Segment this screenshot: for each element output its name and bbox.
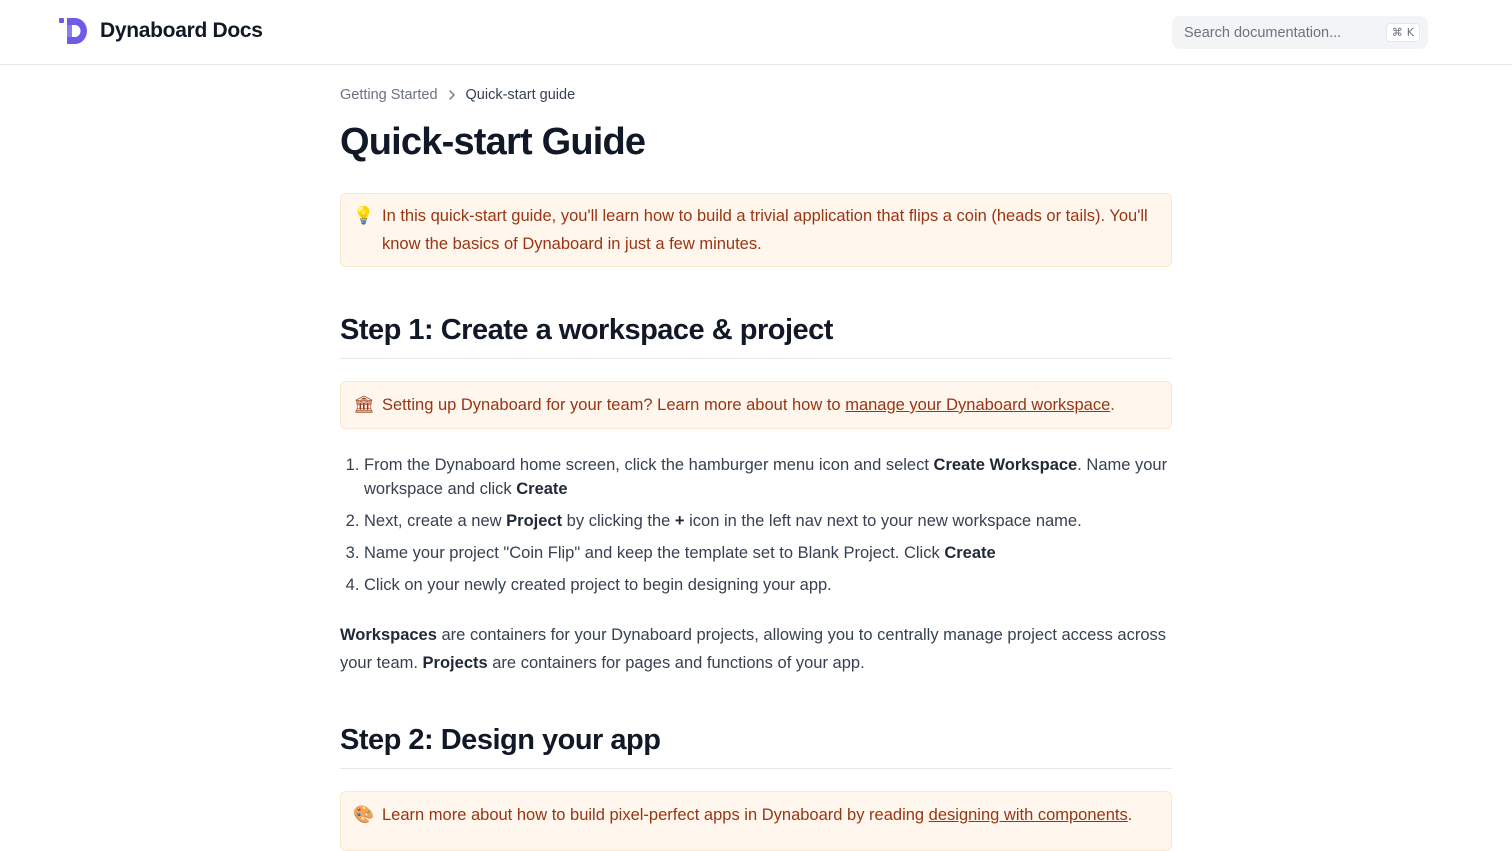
- team-callout-text-after: .: [1110, 396, 1115, 414]
- top-header: Dynaboard Docs ⌘ K: [0, 0, 1512, 65]
- design-callout-text-after: .: [1127, 806, 1133, 824]
- command-key-icon: ⌘: [1391, 26, 1403, 39]
- list-item: Name your project "Coin Flip" and keep t…: [364, 541, 1172, 565]
- design-callout-text-before: Learn more about how to build pixel-perf…: [382, 806, 929, 824]
- list-item: Next, create a new Project by clicking t…: [364, 509, 1172, 533]
- list-bold-text: Create: [516, 480, 568, 498]
- list-text: Next, create a new: [364, 512, 507, 530]
- list-bold-text: Create: [944, 544, 996, 562]
- intro-callout-text: In this quick-start guide, you'll learn …: [382, 207, 1148, 253]
- list-bold-text: Project: [506, 512, 563, 530]
- designing-with-components-link[interactable]: designing with components: [929, 806, 1128, 824]
- breadcrumb: Getting Started Quick-start guide: [340, 87, 575, 103]
- list-text: Name your project "Coin Flip" and keep t…: [364, 544, 945, 562]
- list-item: Click on your newly created project to b…: [364, 573, 1172, 597]
- list-item: From the Dynaboard home screen, click th…: [364, 453, 1172, 501]
- breadcrumb-current: Quick-start guide: [465, 87, 576, 103]
- design-callout: 🎨 Learn more about how to build pixel-pe…: [340, 791, 1172, 851]
- paragraph-bold-text: Projects: [422, 654, 488, 672]
- list-text: Click on your newly created project to b…: [364, 576, 832, 594]
- palette-icon: 🎨: [353, 805, 375, 825]
- list-bold-text: Create Workspace: [933, 456, 1078, 474]
- list-text: icon in the left nav next to your new wo…: [684, 512, 1082, 530]
- chevron-right-icon: [448, 90, 455, 100]
- step2-heading: Step 2: Design your app: [340, 722, 1172, 769]
- bank-icon: 🏛: [353, 395, 375, 415]
- search-shortcut-hint: ⌘ K: [1385, 23, 1420, 42]
- list-text: From the Dynaboard home screen, click th…: [364, 456, 934, 474]
- manage-workspace-link[interactable]: manage your Dynaboard workspace: [845, 396, 1110, 414]
- team-callout-text-before: Setting up Dynaboard for your team? Lear…: [382, 396, 846, 414]
- search-input[interactable]: [1184, 24, 1386, 41]
- design-callout-text: Learn more about how to build pixel-perf…: [382, 801, 1132, 850]
- team-callout-text: Setting up Dynaboard for your team? Lear…: [382, 391, 1115, 428]
- brand-home-link[interactable]: Dynaboard Docs: [59, 18, 263, 44]
- shortcut-key: K: [1406, 26, 1414, 39]
- team-callout: 🏛 Setting up Dynaboard for your team? Le…: [340, 381, 1172, 429]
- breadcrumb-getting-started[interactable]: Getting Started: [340, 87, 438, 103]
- lightbulb-icon: 💡: [353, 206, 375, 226]
- paragraph-text: are containers for pages and functions o…: [487, 654, 865, 672]
- paragraph-bold-text: Workspaces: [340, 626, 437, 644]
- brand-name: Dynaboard Docs: [100, 19, 263, 42]
- step1-instructions-list: From the Dynaboard home screen, click th…: [364, 453, 1172, 605]
- plus-icon: +: [674, 512, 685, 530]
- workspaces-paragraph: Workspaces are containers for your Dynab…: [340, 621, 1172, 677]
- page-title: Quick-start Guide: [340, 121, 646, 163]
- step1-heading: Step 1: Create a workspace & project: [340, 312, 1172, 359]
- search-box[interactable]: ⌘ K: [1172, 16, 1428, 49]
- list-text: by clicking the: [562, 512, 675, 530]
- intro-callout: 💡 In this quick-start guide, you'll lear…: [340, 193, 1172, 267]
- dynaboard-logo-icon: [59, 18, 87, 44]
